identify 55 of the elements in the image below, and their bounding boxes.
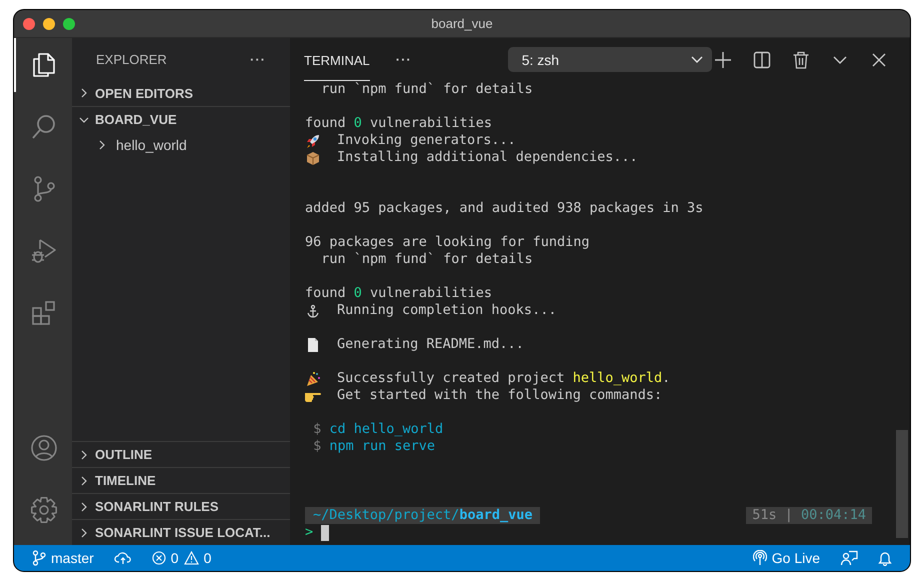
- error-icon: [152, 551, 166, 565]
- split-icon[interactable]: [753, 50, 771, 68]
- terminal-line: added 95 packages, and audited 938 packages in 3s: [305, 200, 704, 217]
- terminal-line: Successfully created project hello_world.: [337, 370, 670, 387]
- settings-icon[interactable]: [30, 496, 58, 524]
- document-icon: [305, 336, 321, 352]
- extensions-icon[interactable]: [30, 299, 58, 327]
- close-button[interactable]: [23, 18, 35, 30]
- search-icon[interactable]: [30, 113, 58, 141]
- terminal-line: Running completion hooks...: [337, 302, 556, 319]
- broadcast-icon: [752, 550, 767, 566]
- prompt-path: ~/Desktop/project/board_vue: [305, 507, 540, 524]
- minimize-button[interactable]: [43, 18, 55, 30]
- package-icon: [305, 150, 321, 166]
- terminal-line: $ npm run serve: [312, 438, 436, 455]
- terminal-line: 96 packages are looking for funding: [305, 234, 590, 251]
- trash-icon[interactable]: [792, 50, 810, 68]
- run-debug-icon[interactable]: [30, 237, 58, 265]
- warning-icon: [184, 551, 199, 565]
- party-popper-icon: [305, 370, 321, 386]
- terminal-tab[interactable]: TERMINAL: [304, 38, 370, 80]
- bell-icon[interactable]: [878, 550, 892, 566]
- go-live-button[interactable]: Go Live: [752, 550, 820, 566]
- account-icon[interactable]: [30, 434, 58, 462]
- section-header[interactable]: OPEN EDITORS: [72, 80, 290, 106]
- terminal-line: run `npm fund` for details: [320, 81, 533, 98]
- rocket-icon: [305, 132, 321, 148]
- text-cursor: [321, 524, 330, 540]
- terminal-line: Generating README.md...: [337, 336, 524, 353]
- zoom-button[interactable]: [63, 18, 75, 30]
- branch-button[interactable]: master: [32, 550, 94, 566]
- terminal-line: found 0 vulnerabilities: [305, 115, 492, 132]
- more-actions-button[interactable]: ···: [250, 52, 266, 66]
- scrollbar-thumb[interactable]: [896, 430, 908, 538]
- terminal-line: $ cd hello_world: [312, 421, 444, 438]
- close-icon[interactable]: [870, 50, 888, 68]
- more-actions-button[interactable]: ···: [396, 52, 412, 67]
- window-title: board_vue: [431, 16, 493, 31]
- plus-icon[interactable]: [714, 50, 732, 68]
- feedback-icon[interactable]: [840, 550, 858, 566]
- terminal-line: Invoking generators...: [337, 132, 516, 149]
- command-timer: 51s | 00:04:14: [746, 507, 872, 524]
- prompt-symbol: >: [305, 524, 314, 541]
- terminal-line: Get started with the following commands:: [337, 387, 662, 404]
- anchor-icon: [305, 302, 321, 318]
- terminal-line: run `npm fund` for details: [320, 251, 533, 268]
- folder-item[interactable]: hello_world: [72, 132, 290, 158]
- cloud-upload-icon[interactable]: [114, 551, 132, 565]
- sidebar-title: EXPLORER: [96, 52, 167, 66]
- branch-icon: [32, 550, 46, 566]
- terminal-line: Installing additional dependencies...: [337, 149, 638, 166]
- terminal-dropdown[interactable]: 5: zsh: [508, 47, 712, 72]
- terminal-line: found 0 vulnerabilities: [305, 285, 492, 302]
- files-icon[interactable]: [30, 51, 58, 79]
- problems-button[interactable]: 0 0: [152, 550, 212, 566]
